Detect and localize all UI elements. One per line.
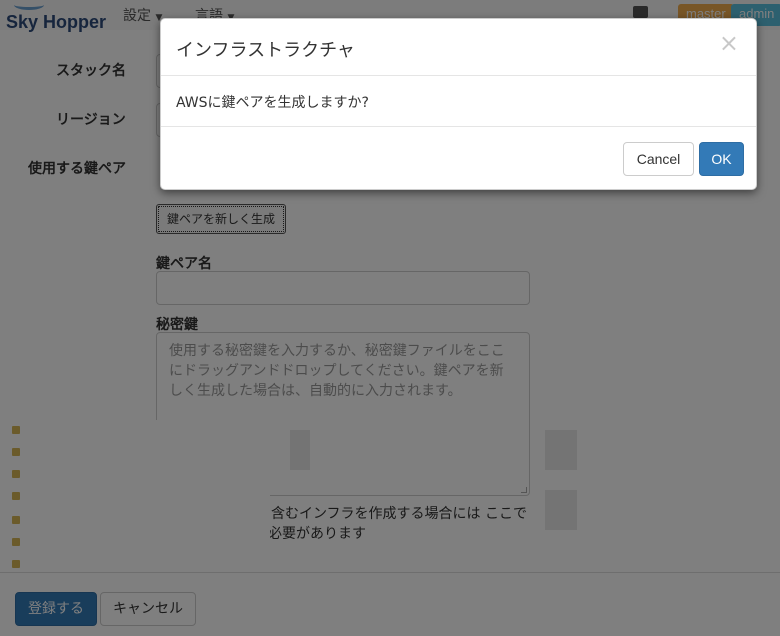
close-icon[interactable]: ×	[719, 31, 739, 55]
dialog-footer: Cancel OK	[161, 127, 756, 191]
dialog-title: インフラストラクチャ	[176, 40, 355, 61]
dialog-body: AWSに鍵ペアを生成しますか?	[161, 76, 756, 127]
dialog-message: AWSに鍵ペアを生成しますか?	[176, 95, 369, 111]
ok-button[interactable]: OK	[699, 142, 744, 176]
cancel-button[interactable]: Cancel	[623, 142, 694, 176]
dialog-header: インフラストラクチャ ×	[161, 19, 756, 76]
confirm-dialog: インフラストラクチャ × AWSに鍵ペアを生成しますか? Cancel OK	[160, 18, 757, 190]
